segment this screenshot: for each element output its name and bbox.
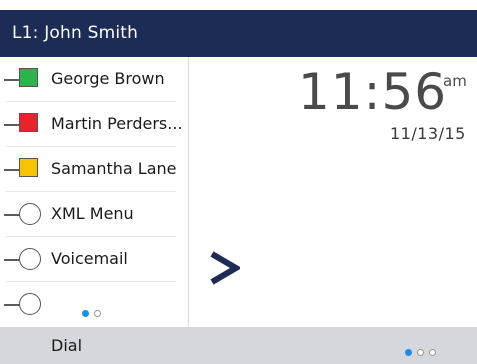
page-dot-active: [82, 310, 89, 317]
page-dot: [417, 349, 424, 356]
softkey-bar: Dial: [0, 327, 477, 364]
page-dot: [429, 349, 436, 356]
xml-menu-key[interactable]: XML Menu: [0, 192, 176, 237]
key-label: Voicemail: [51, 249, 128, 268]
blf-status-red-icon: [19, 113, 38, 132]
key-label: Martin Perders...: [51, 114, 183, 133]
dial-softkey[interactable]: Dial: [51, 336, 82, 355]
page-dot: [94, 310, 101, 317]
speed-dial-key-martin[interactable]: Martin Perders...: [0, 102, 183, 147]
key-label: Samantha Lane: [51, 159, 177, 178]
softkey-page-indicator: [405, 341, 441, 360]
circle-indicator-icon: [19, 293, 41, 315]
key-page-toggle[interactable]: [0, 282, 176, 327]
speed-dial-key-george-brown[interactable]: George Brown: [0, 57, 176, 102]
clock-date: 11/13/15: [390, 124, 466, 143]
clock-time: 11:56: [298, 63, 448, 121]
key-label: XML Menu: [51, 204, 134, 223]
circle-indicator-icon: [19, 203, 41, 225]
key-label: George Brown: [51, 69, 165, 88]
line-header: L1: John Smith: [0, 10, 477, 57]
line-title: L1: John Smith: [12, 23, 139, 43]
speed-dial-key-samantha-lane[interactable]: Samantha Lane: [0, 147, 177, 192]
blf-status-yellow-icon: [19, 158, 38, 177]
page-dot-active: [405, 349, 412, 356]
programmable-keys-panel: George Brown Martin Perders... Samantha …: [0, 57, 189, 327]
clock-ampm: am: [443, 72, 467, 90]
voicemail-key[interactable]: Voicemail: [0, 237, 176, 282]
key-page-indicator: [82, 302, 106, 321]
chevron-right-icon[interactable]: [208, 250, 240, 286]
blf-status-green-icon: [19, 68, 38, 87]
circle-indicator-icon: [19, 248, 41, 270]
